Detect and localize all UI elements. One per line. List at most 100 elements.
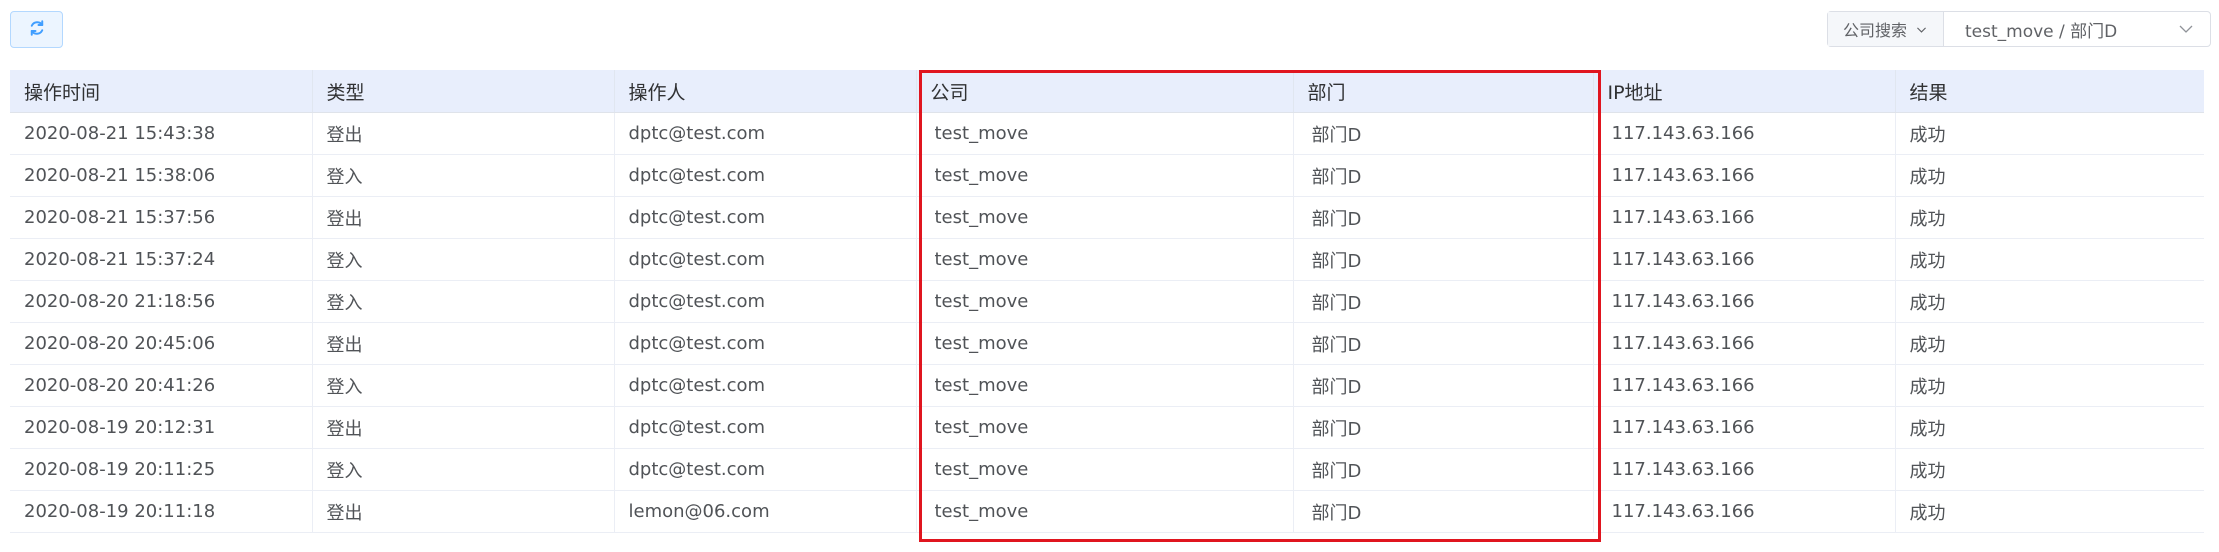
cell-type: 登入 [312, 280, 615, 323]
cell-operator: dptc@test.com [614, 406, 917, 449]
cell-department: 部门D [1293, 154, 1594, 197]
cell-department: 部门D [1293, 196, 1594, 239]
cell-operator: dptc@test.com [614, 280, 917, 323]
chevron-down-icon [2178, 21, 2194, 37]
cell-department: 部门D [1293, 364, 1594, 407]
cell-department: 部门D [1293, 448, 1594, 491]
cell-type: 登出 [312, 490, 615, 533]
column-header-time[interactable]: 操作时间 [10, 70, 313, 113]
company-department-cascader[interactable]: test_move / 部门D [1944, 12, 2210, 46]
cell-time: 2020-08-20 20:45:06 [10, 322, 313, 365]
cell-time: 2020-08-19 20:11:18 [10, 490, 313, 533]
cell-type: 登出 [312, 406, 615, 449]
column-header-company[interactable]: 公司 [916, 70, 1294, 113]
cell-ip: 117.143.63.166 [1593, 490, 1896, 533]
cell-department: 部门D [1293, 238, 1594, 281]
cell-result: 成功 [1895, 280, 2204, 323]
table-row[interactable]: 2020-08-21 15:37:56 登出 dptc@test.com test_m… [10, 196, 2204, 239]
cell-result: 成功 [1895, 154, 2204, 197]
column-header-type[interactable]: 类型 [312, 70, 615, 113]
cell-time: 2020-08-21 15:37:24 [10, 238, 313, 281]
cell-ip: 117.143.63.166 [1593, 406, 1896, 449]
cell-result: 成功 [1895, 196, 2204, 239]
cell-time: 2020-08-19 20:12:31 [10, 406, 313, 449]
cell-company: test_move [916, 280, 1294, 323]
cell-result: 成功 [1895, 406, 2204, 449]
cell-ip: 117.143.63.166 [1593, 112, 1896, 155]
table-row[interactable]: 2020-08-19 20:12:31 登出 dptc@test.com test_m… [10, 406, 2204, 449]
search-mode-label: 公司搜索 [1842, 21, 1907, 40]
cell-time: 2020-08-21 15:43:38 [10, 112, 313, 155]
cell-department: 部门D [1293, 280, 1594, 323]
cell-ip: 117.143.63.166 [1593, 280, 1896, 323]
cell-time: 2020-08-21 15:37:56 [10, 196, 313, 239]
cell-type: 登出 [312, 196, 615, 239]
company-search-group: 公司搜索 test_move / 部门D [1827, 11, 2211, 47]
table-row[interactable]: 2020-08-20 21:18:56 登入 dptc@test.com test_m… [10, 280, 2204, 323]
column-header-department[interactable]: 部门 [1293, 70, 1594, 113]
cell-ip: 117.143.63.166 [1593, 238, 1896, 281]
refresh-icon [28, 19, 46, 41]
cell-department: 部门D [1293, 322, 1594, 365]
column-header-ip[interactable]: IP地址 [1593, 70, 1896, 113]
cell-time: 2020-08-19 20:11:25 [10, 448, 313, 491]
chevron-down-icon [1915, 23, 1928, 36]
cell-result: 成功 [1895, 364, 2204, 407]
cell-company: test_move [916, 112, 1294, 155]
cell-operator: dptc@test.com [614, 154, 917, 197]
cell-ip: 117.143.63.166 [1593, 448, 1896, 491]
cell-time: 2020-08-21 15:38:06 [10, 154, 313, 197]
cell-operator: dptc@test.com [614, 112, 917, 155]
cascader-value: test_move / 部门D [1965, 21, 2118, 42]
cell-result: 成功 [1895, 112, 2204, 155]
cell-company: test_move [916, 154, 1294, 197]
cell-company: test_move [916, 196, 1294, 239]
cell-type: 登入 [312, 364, 615, 407]
cell-result: 成功 [1895, 448, 2204, 491]
cell-company: test_move [916, 238, 1294, 281]
table-row[interactable]: 2020-08-20 20:41:26 登入 dptc@test.com test_m… [10, 364, 2204, 407]
table-body: 2020-08-21 15:43:38 登出 dptc@test.com test_m… [10, 112, 2204, 533]
cell-company: test_move [916, 406, 1294, 449]
cell-company: test_move [916, 322, 1294, 365]
table-row[interactable]: 2020-08-21 15:43:38 登出 dptc@test.com test_m… [10, 112, 2204, 155]
table-header: 操作时间 类型 操作人 公司 部门 IP地址 结果 [10, 70, 2204, 113]
table-row[interactable]: 2020-08-20 20:45:06 登出 dptc@test.com test_m… [10, 322, 2204, 365]
table-row[interactable]: 2020-08-21 15:37:24 登入 dptc@test.com test_m… [10, 238, 2204, 281]
cell-company: test_move [916, 448, 1294, 491]
cell-result: 成功 [1895, 238, 2204, 281]
cell-type: 登入 [312, 448, 615, 491]
cell-operator: dptc@test.com [614, 448, 917, 491]
cell-type: 登出 [312, 322, 615, 365]
cell-operator: dptc@test.com [614, 196, 917, 239]
cell-ip: 117.143.63.166 [1593, 364, 1896, 407]
refresh-button[interactable] [10, 11, 63, 48]
cell-result: 成功 [1895, 322, 2204, 365]
column-header-result[interactable]: 结果 [1895, 70, 2204, 113]
search-mode-select[interactable]: 公司搜索 [1828, 12, 1944, 46]
cell-ip: 117.143.63.166 [1593, 154, 1896, 197]
table-row[interactable]: 2020-08-21 15:38:06 登入 dptc@test.com test_m… [10, 154, 2204, 197]
column-header-operator[interactable]: 操作人 [614, 70, 917, 113]
cell-time: 2020-08-20 20:41:26 [10, 364, 313, 407]
operation-log-table: 操作时间 类型 操作人 公司 部门 IP地址 结果 2020-08-21 15:… [10, 70, 2204, 533]
cell-operator: lemon@06.com [614, 490, 917, 533]
table-row[interactable]: 2020-08-19 20:11:18 登出 lemon@06.com test_mo… [10, 490, 2204, 533]
cell-company: test_move [916, 364, 1294, 407]
cell-ip: 117.143.63.166 [1593, 196, 1896, 239]
cell-operator: dptc@test.com [614, 238, 917, 281]
cell-time: 2020-08-20 21:18:56 [10, 280, 313, 323]
cell-company: test_move [916, 490, 1294, 533]
cell-operator: dptc@test.com [614, 322, 917, 365]
cell-type: 登入 [312, 238, 615, 281]
cell-department: 部门D [1293, 406, 1594, 449]
cell-ip: 117.143.63.166 [1593, 322, 1896, 365]
cell-result: 成功 [1895, 490, 2204, 533]
cell-type: 登入 [312, 154, 615, 197]
cell-operator: dptc@test.com [614, 364, 917, 407]
cell-type: 登出 [312, 112, 615, 155]
cell-department: 部门D [1293, 490, 1594, 533]
cell-department: 部门D [1293, 112, 1594, 155]
table-row[interactable]: 2020-08-19 20:11:25 登入 dptc@test.com test_m… [10, 448, 2204, 491]
page: 公司搜索 test_move / 部门D 操作时间 类型 操作人 公司 部门 I… [0, 0, 2219, 552]
